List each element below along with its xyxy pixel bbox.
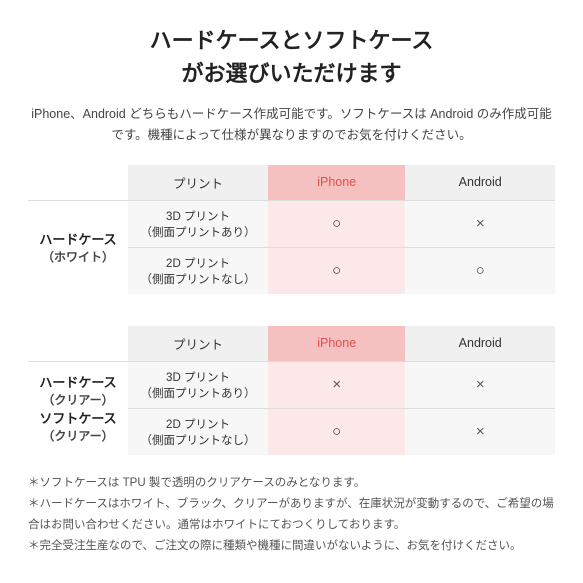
subtitle: iPhone、Android どちらもハードケース作成可能です。ソフトケースは … <box>28 104 555 147</box>
table2-row2-iphone: ○ <box>268 408 405 455</box>
table-row: ハードケース （クリアー） ソフトケース （クリアー） 3D プリント（側面プリ… <box>28 361 555 408</box>
table2-header-android: Android <box>405 326 555 362</box>
note-2: ハードケースはホワイト、ブラック、クリアーがありますが、在庫状況が変動するので、… <box>28 494 555 537</box>
table1-row-group-label: ハードケース （ホワイト） <box>28 200 128 294</box>
table2-row2-android: × <box>405 408 555 455</box>
notes-section: ソフトケースは TPU 製で透明のクリアケースのみとなります。 ハードケースはホ… <box>28 473 555 558</box>
table-row: ハードケース （ホワイト） 3D プリント（側面プリントあり） ○ × <box>28 200 555 247</box>
table2-row1-iphone: × <box>268 361 405 408</box>
table2-row1-print: 3D プリント（側面プリントあり） <box>128 361 268 408</box>
table2-row-group-label: ハードケース （クリアー） ソフトケース （クリアー） <box>28 361 128 455</box>
table2-header-iphone: iPhone <box>268 326 405 362</box>
table1-header-print: プリント <box>128 165 268 201</box>
table1-row1-android: × <box>405 200 555 247</box>
table1-row-header-spacer <box>28 165 128 201</box>
table2-row1-android: × <box>405 361 555 408</box>
note-1: ソフトケースは TPU 製で透明のクリアケースのみとなります。 <box>28 473 555 494</box>
table1-row2-print: 2D プリント（側面プリントなし） <box>128 247 268 294</box>
table1-row1-print: 3D プリント（側面プリントあり） <box>128 200 268 247</box>
table1-header-android: Android <box>405 165 555 201</box>
table1-row2-android: ○ <box>405 247 555 294</box>
table1-header-iphone: iPhone <box>268 165 405 201</box>
main-title: ハードケースとソフトケース がお選びいただけます <box>28 24 555 90</box>
table2-row2-print: 2D プリント（側面プリントなし） <box>128 408 268 455</box>
note-3: 完全受注生産なので、ご注文の際に種類や機種に間違いがないように、お気を付けくださ… <box>28 536 555 557</box>
table1-row1-iphone: ○ <box>268 200 405 247</box>
table1-row2-iphone: ○ <box>268 247 405 294</box>
table2-header-print: プリント <box>128 326 268 362</box>
table-section-2: プリント iPhone Android ハードケース （クリアー） ソフトケース… <box>28 326 555 455</box>
table-section-1: プリント iPhone Android ハードケース （ホワイト） 3D プリン… <box>28 165 555 294</box>
table2-row-header-spacer <box>28 326 128 362</box>
